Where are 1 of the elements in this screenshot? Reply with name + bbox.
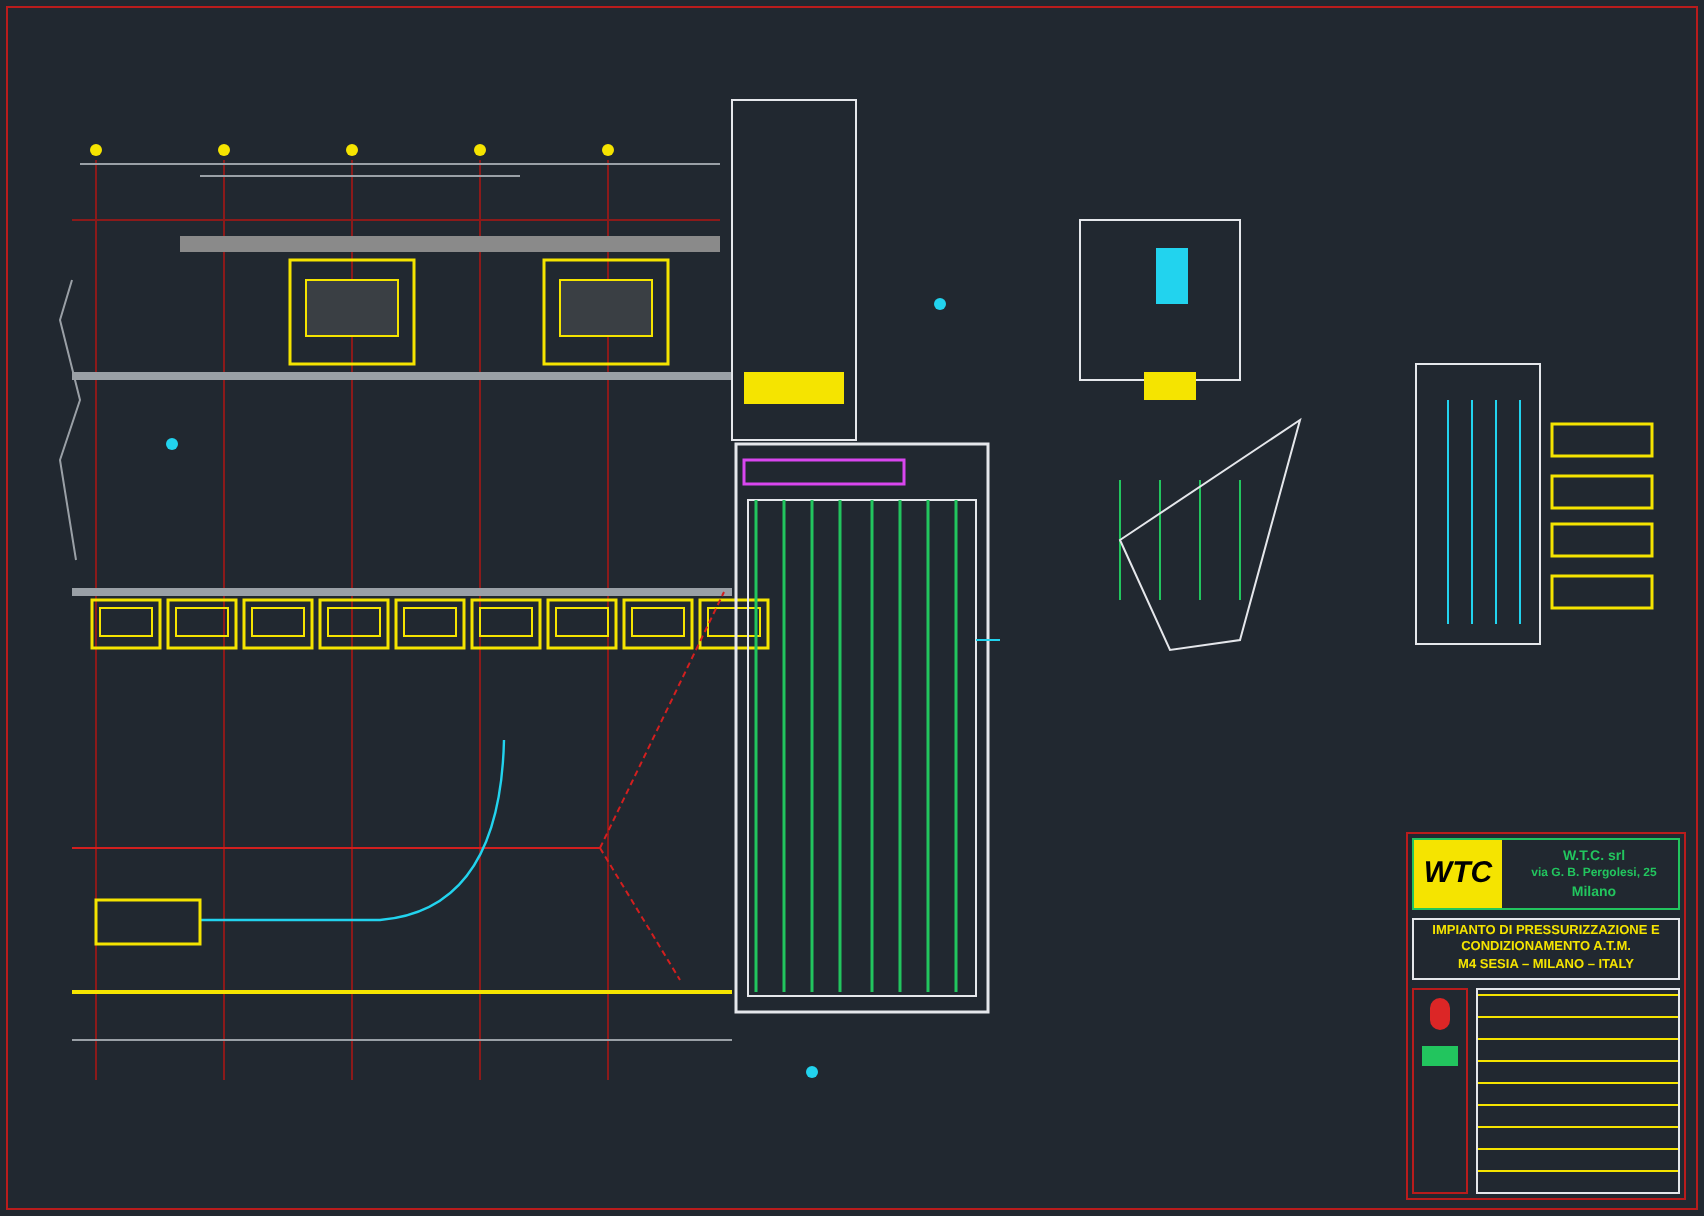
company-logo: WTC <box>1414 840 1502 908</box>
